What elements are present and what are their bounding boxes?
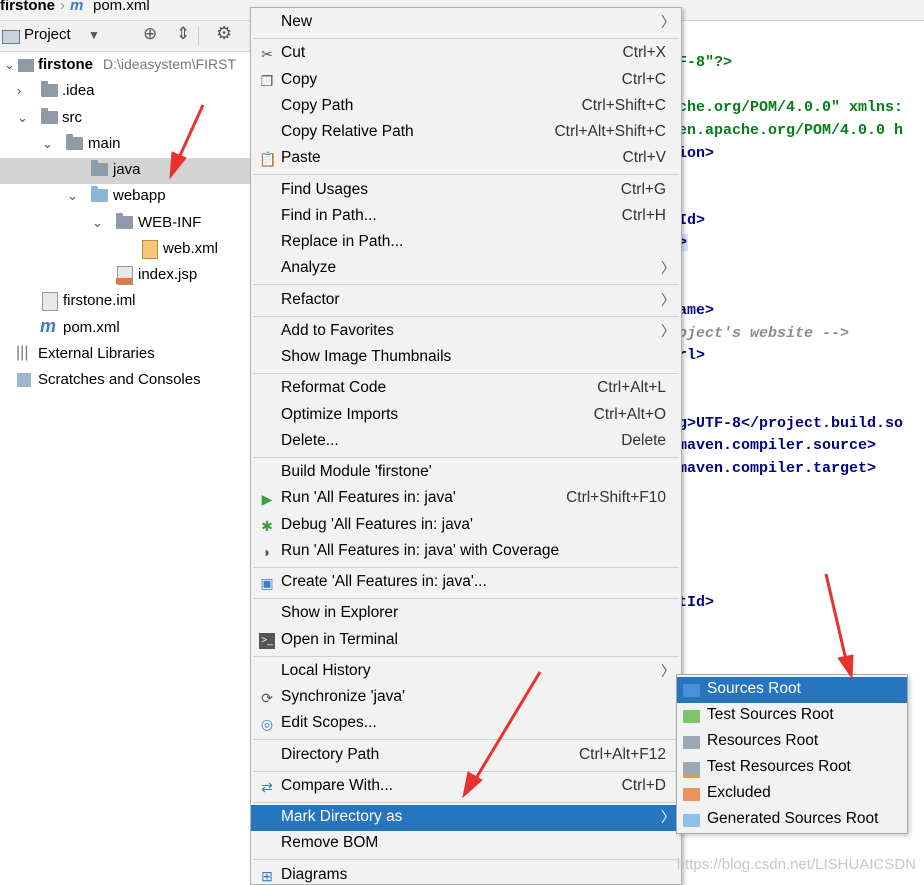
annotation-arrow-mark-directory	[473, 671, 542, 781]
annotation-arrowhead-java	[169, 151, 187, 180]
annotation-arrowhead-sources-root	[837, 654, 854, 680]
watermark: https://blog.csdn.net/LISHUAICSDN	[676, 856, 916, 873]
annotation-arrow-sources-root	[824, 573, 848, 661]
annotation-arrows	[169, 104, 854, 799]
annotation-arrow-java	[176, 104, 205, 161]
